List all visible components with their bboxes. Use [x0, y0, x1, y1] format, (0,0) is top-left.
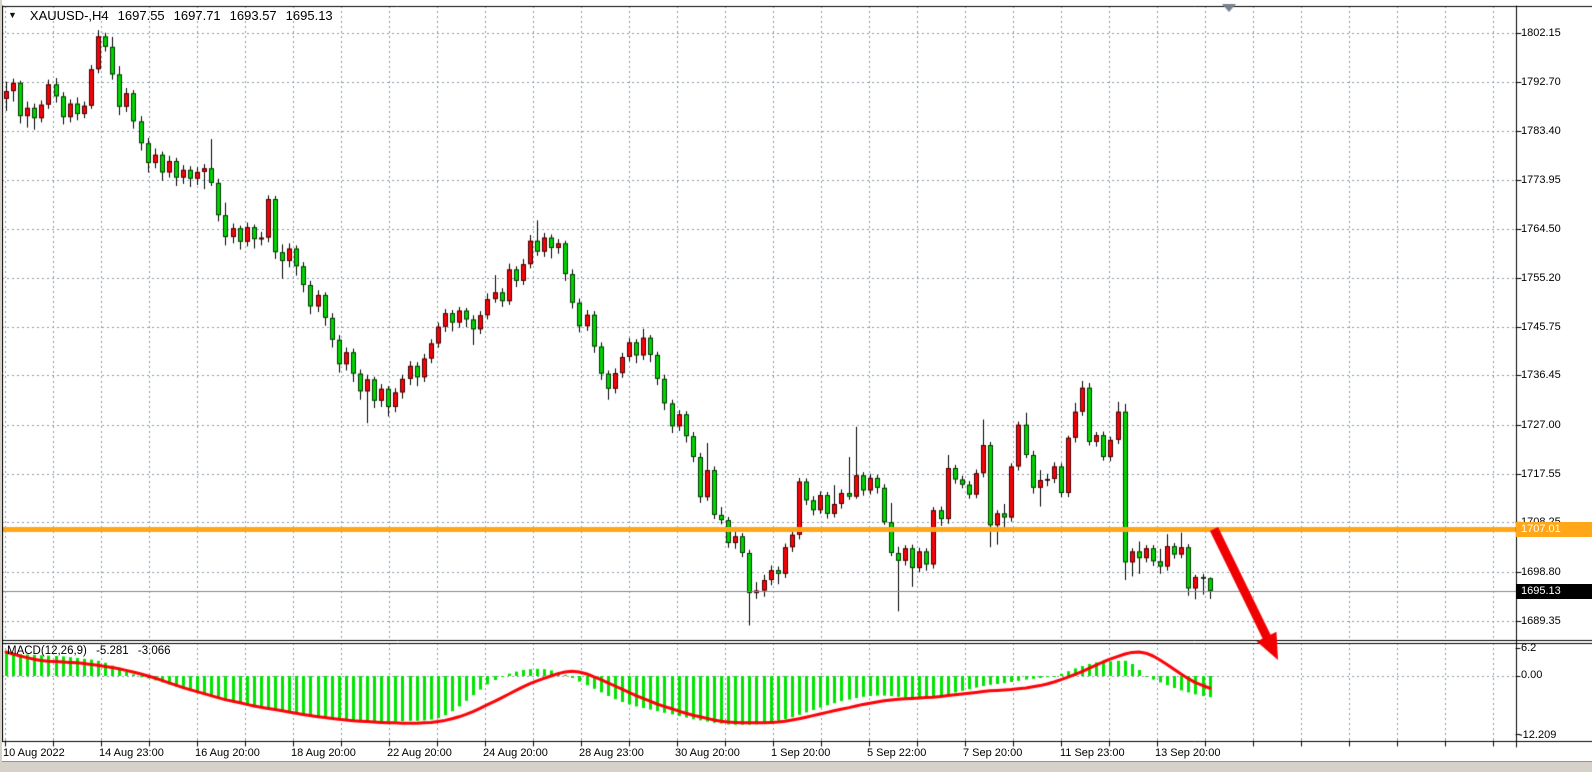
time-axis-label: 10 Aug 2022 — [3, 747, 65, 759]
time-axis-label: 16 Aug 20:00 — [195, 747, 260, 759]
price-axis-label: 1773.95 — [1521, 174, 1561, 186]
time-axis-label: 14 Aug 23:00 — [99, 747, 164, 759]
chart-canvas[interactable] — [0, 0, 1592, 772]
macd-value: -5.281 — [96, 645, 129, 657]
time-axis-label: 13 Sep 20:00 — [1155, 747, 1220, 759]
symbol-timeframe-label: XAUUSD-,H4 — [30, 8, 109, 23]
ohlc-high: 1697.71 — [174, 8, 221, 23]
price-axis-label: 1717.55 — [1521, 468, 1561, 480]
ohlc-close: 1695.13 — [286, 8, 333, 23]
time-axis-label: 7 Sep 20:00 — [963, 747, 1022, 759]
price-axis-label: 1792.70 — [1521, 76, 1561, 88]
ohlc-open: 1697.55 — [118, 8, 165, 23]
price-axis-label: 1745.75 — [1521, 321, 1561, 333]
price-axis-label: 1755.20 — [1521, 272, 1561, 284]
macd-name: MACD(12,26,9) — [7, 645, 87, 657]
price-axis-label: 1727.00 — [1521, 419, 1561, 431]
price-axis-label: 1802.15 — [1521, 27, 1561, 39]
price-axis-label: 1689.35 — [1521, 615, 1561, 627]
ohlc-low: 1693.57 — [230, 8, 277, 23]
window-left-chrome — [0, 0, 2, 772]
price-axis-label: 1736.45 — [1521, 369, 1561, 381]
time-axis-label: 5 Sep 22:00 — [867, 747, 926, 759]
time-axis-label: 24 Aug 20:00 — [483, 747, 548, 759]
symbol-dropdown-icon[interactable]: ▼ — [8, 10, 17, 20]
macd-scale-zero: 0.00 — [1521, 669, 1542, 681]
chart-header: ▼ XAUUSD-,H4 1697.55 1697.71 1693.57 169… — [8, 8, 333, 23]
macd-scale-min: -12.209 — [1519, 729, 1556, 741]
chart-window: ▼ XAUUSD-,H4 1697.55 1697.71 1693.57 169… — [0, 0, 1592, 772]
time-axis-label: 22 Aug 20:00 — [387, 747, 452, 759]
macd-signal-value: -3.066 — [138, 645, 171, 657]
time-axis-label: 1 Sep 20:00 — [771, 747, 830, 759]
price-axis-label: 1783.40 — [1521, 125, 1561, 137]
macd-indicator-label: MACD(12,26,9) -5.281 -3.066 — [7, 645, 177, 657]
window-bottom-chrome — [0, 761, 1592, 772]
macd-scale-max: 6.2 — [1521, 642, 1536, 654]
price-axis-label: 1698.80 — [1521, 566, 1561, 578]
time-axis-label: 28 Aug 23:00 — [579, 747, 644, 759]
time-axis-label: 30 Aug 20:00 — [675, 747, 740, 759]
hline-price-badge: 1707.01 — [1516, 522, 1592, 537]
last-price-badge: 1695.13 — [1516, 584, 1592, 599]
time-axis-label: 11 Sep 23:00 — [1060, 747, 1125, 759]
time-axis-label: 18 Aug 20:00 — [291, 747, 356, 759]
price-axis-label: 1764.50 — [1521, 223, 1561, 235]
